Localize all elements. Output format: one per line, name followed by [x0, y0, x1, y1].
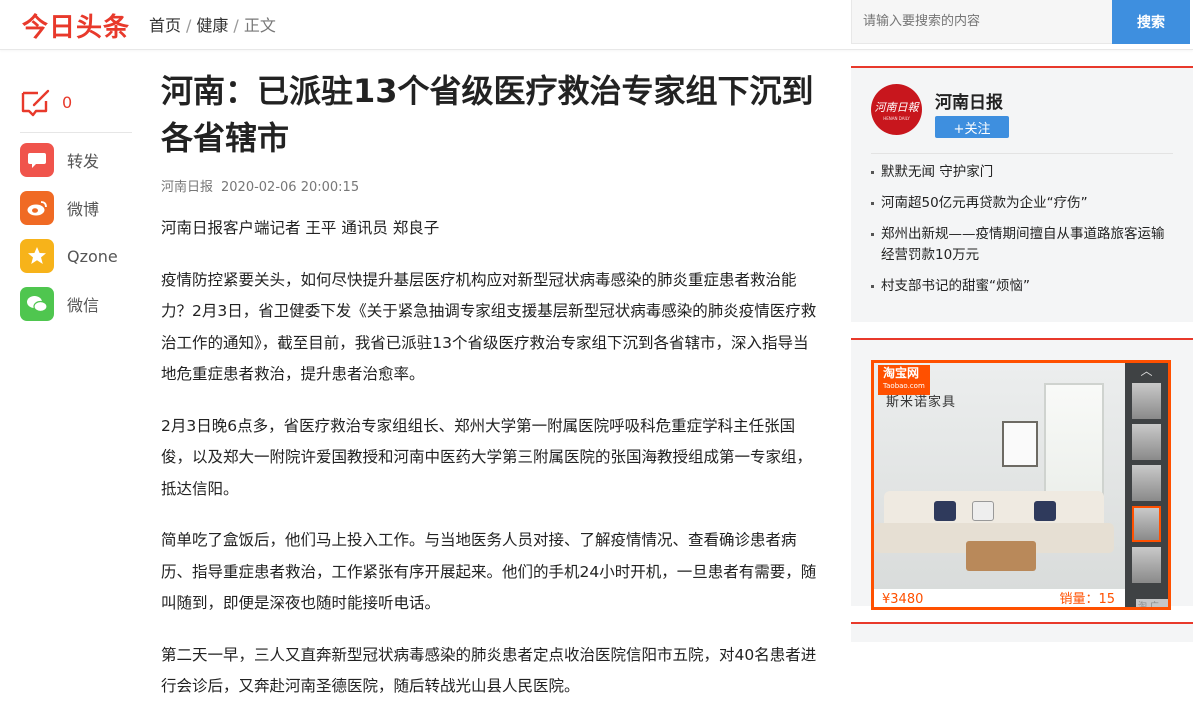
share-repost[interactable]: 转发: [20, 143, 132, 177]
follow-button[interactable]: +关注: [935, 116, 1009, 138]
top-header: 今日头条 首页/健康/正文 搜索: [0, 0, 1193, 50]
article-paragraph: 2月3日晚6点多，省医疗救治专家组组长、郑州大学第一附属医院呼吸科危重症学科主任…: [161, 416, 813, 498]
breadcrumb-current: 正文: [243, 16, 276, 35]
share-rail: 0 转发 微博 Qzone 微信: [20, 84, 132, 335]
share-weibo[interactable]: 微博: [20, 191, 132, 225]
article-paragraph: 第二天一早，三人又直奔新型冠状病毒感染的肺炎患者定点收治医院信阳市五院，对40名…: [161, 645, 817, 696]
article-source[interactable]: 河南日报: [161, 180, 213, 195]
qzone-icon: [20, 239, 54, 273]
share-wechat[interactable]: 微信: [20, 287, 132, 321]
chevron-up-icon[interactable]: ︿: [1125, 363, 1168, 379]
news-item[interactable]: 河南超50亿元再贷款为企业“疗伤”: [871, 193, 1173, 214]
share-qzone[interactable]: Qzone: [20, 239, 132, 273]
author-header: 河南日報 HENAN DAILY 河南日报 +关注: [871, 68, 1173, 154]
comment-button[interactable]: 0: [20, 84, 132, 120]
author-info: 河南日报 +关注: [935, 84, 1009, 153]
breadcrumb-separator: /: [186, 16, 192, 35]
repost-icon: [20, 143, 54, 177]
weibo-icon: [20, 191, 54, 225]
ad-label: 淘 广告: [1136, 599, 1168, 607]
ad-brand: 斯米诺家具: [886, 395, 957, 410]
taobao-ad[interactable]: 淘宝网 Taobao.com 斯米诺家具 ¥3480 销量：15 ︿ 淘 广告: [871, 360, 1171, 610]
ad-product-image[interactable]: 淘宝网 Taobao.com 斯米诺家具: [874, 363, 1125, 589]
next-sidebar-card: [851, 622, 1193, 642]
article-paragraph: 简单吃了盒饭后，他们马上投入工作。与当地医务人员对接、了解疫情情况、查看确诊患者…: [161, 531, 817, 612]
author-card: 河南日報 HENAN DAILY 河南日报 +关注 默默无闻 守护家门 河南超5…: [851, 66, 1193, 322]
rail-divider: [20, 132, 132, 133]
author-avatar[interactable]: 河南日報 HENAN DAILY: [871, 84, 922, 135]
ad-thumbnail-strip: ︿: [1125, 363, 1168, 607]
article: 河南：已派驻13个省级医疗救治专家组下沉到各省辖市 河南日报 2020-02-06…: [161, 68, 823, 703]
article-meta: 河南日报 2020-02-06 20:00:15: [161, 176, 823, 195]
wechat-icon: [20, 287, 54, 321]
ad-thumbnail[interactable]: [1132, 424, 1161, 460]
breadcrumb: 首页 / 健康 / 正文: [149, 12, 276, 36]
share-label: 微信: [67, 296, 100, 315]
search-box: [851, 0, 1113, 44]
ad-price: ¥3480: [882, 592, 924, 607]
ad-thumbnail[interactable]: [1132, 465, 1161, 501]
ad-pillow-graphic: [1034, 501, 1056, 521]
comment-edit-icon: [21, 89, 50, 117]
avatar-subtext: HENAN DAILY: [883, 115, 910, 121]
ad-thumbnail[interactable]: [1132, 547, 1161, 583]
ad-table-graphic: [966, 541, 1036, 571]
author-name[interactable]: 河南日报: [935, 88, 1009, 113]
ad-info-bar: ¥3480 销量：15: [874, 589, 1125, 607]
breadcrumb-home[interactable]: 首页: [149, 16, 181, 35]
article-title: 河南：已派驻13个省级医疗救治专家组下沉到各省辖市: [161, 72, 814, 157]
ad-thumbnail-selected[interactable]: [1132, 506, 1161, 542]
share-label: 微博: [67, 200, 100, 219]
news-item[interactable]: 默默无闻 守护家门: [871, 162, 1173, 183]
news-item[interactable]: 郑州出新规——疫情期间擅自从事道路旅客运输经营罚款10万元: [871, 224, 1173, 266]
breadcrumb-separator: /: [233, 16, 239, 35]
ad-picture-frame-graphic: [1002, 421, 1038, 467]
ad-sales: 销量：15: [1059, 592, 1115, 607]
ad-pillow-graphic: [972, 501, 994, 521]
taobao-logo-text: 淘宝网: [883, 366, 920, 380]
article-time: 2020-02-06 20:00:15: [221, 180, 360, 195]
right-sidebar: 河南日報 HENAN DAILY 河南日报 +关注 默默无闻 守护家门 河南超5…: [851, 66, 1193, 642]
news-item[interactable]: 村支部书记的甜蜜“烦恼”: [871, 276, 1173, 297]
article-paragraph: 疫情防控紧要关头，如何尽快提升基层医疗机构应对新型冠状病毒感染的肺炎重症患者救治…: [161, 270, 817, 384]
breadcrumb-category[interactable]: 健康: [196, 16, 228, 35]
share-label: Qzone: [67, 246, 118, 266]
search-button[interactable]: 搜索: [1112, 0, 1190, 44]
ad-section: 淘宝网 Taobao.com 斯米诺家具 ¥3480 销量：15 ︿ 淘 广告: [851, 338, 1193, 610]
search-input[interactable]: [852, 0, 1112, 43]
avatar-text: 河南日報: [874, 100, 919, 114]
comment-count: 0: [62, 92, 73, 112]
share-label: 转发: [67, 152, 100, 171]
ad-thumbnail[interactable]: [1132, 383, 1161, 419]
toutiao-logo[interactable]: 今日头条: [22, 7, 130, 44]
ad-pillow-graphic: [934, 501, 956, 521]
article-paragraph: 河南日报客户端记者 王平 通讯员 郑良子: [161, 219, 440, 237]
author-news-list: 默默无闻 守护家门 河南超50亿元再贷款为企业“疗伤” 郑州出新规——疫情期间擅…: [871, 162, 1173, 297]
